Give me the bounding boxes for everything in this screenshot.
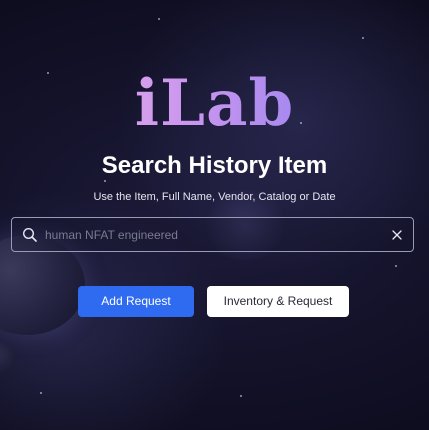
close-icon[interactable] — [389, 227, 405, 243]
star — [395, 265, 397, 267]
page-title: Search History Item — [101, 152, 328, 179]
add-request-button[interactable]: Add Request — [78, 286, 194, 317]
star — [240, 395, 242, 397]
search-icon — [22, 227, 37, 242]
star — [362, 37, 364, 39]
page-subtitle: Use the Item, Full Name, Vendor, Catalog… — [93, 191, 336, 203]
ilab-logo: iLab — [0, 64, 429, 144]
search-box[interactable] — [11, 217, 414, 252]
inventory-request-button[interactable]: Inventory & Request — [207, 286, 349, 317]
small-planet-decoration — [0, 342, 16, 372]
star — [158, 18, 160, 20]
search-input[interactable] — [45, 218, 385, 251]
star — [40, 392, 42, 394]
